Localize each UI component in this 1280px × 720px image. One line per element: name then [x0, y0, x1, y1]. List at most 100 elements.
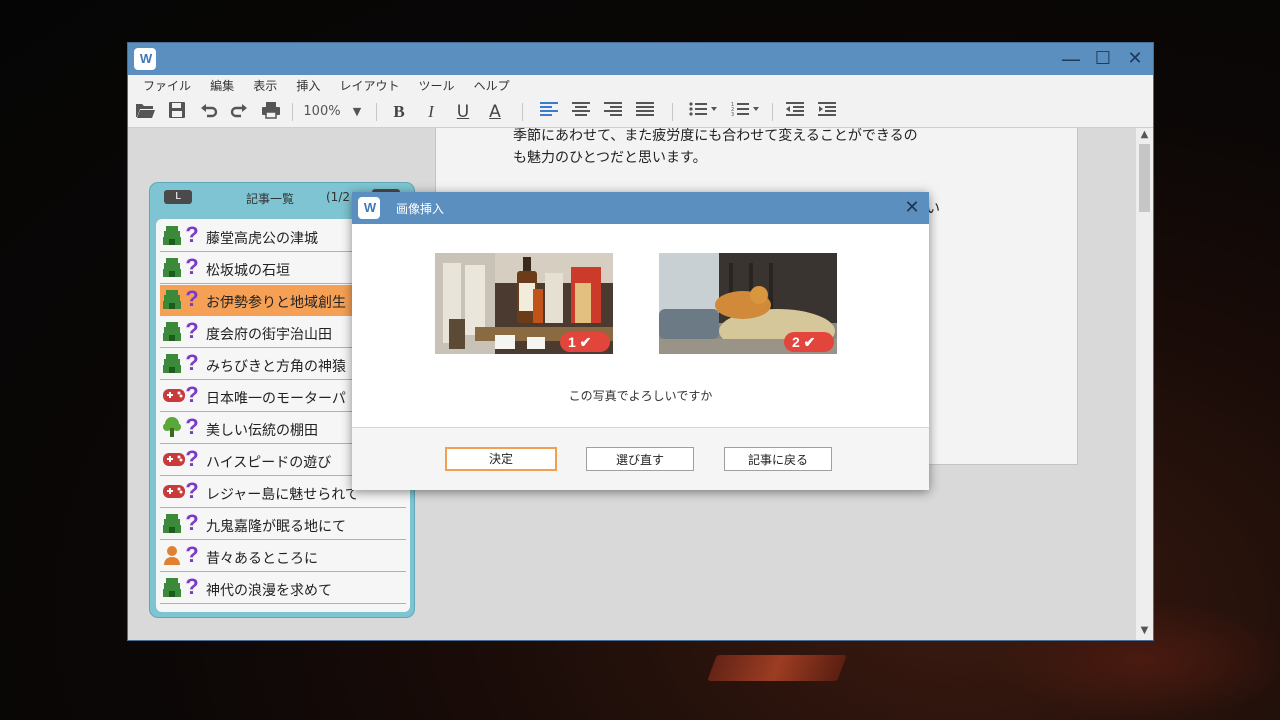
- maximize-button[interactable]: ☐: [1090, 47, 1116, 71]
- menu-layout[interactable]: レイアウト: [339, 75, 399, 97]
- document-line: 季節にあわせて、また疲労度にも合わせて変えることができるの: [513, 128, 918, 144]
- indent-icon[interactable]: [816, 101, 838, 123]
- scroll-up-arrow-icon[interactable]: ▲: [1136, 129, 1153, 140]
- article-list-page: (1/2: [326, 190, 350, 204]
- toolbar-divider: [292, 103, 293, 121]
- question-mark-icon: ?: [185, 574, 199, 599]
- open-folder-icon[interactable]: [134, 101, 156, 123]
- numbered-list-icon[interactable]: 123: [730, 101, 762, 123]
- scroll-down-arrow-icon[interactable]: ▼: [1136, 625, 1153, 636]
- question-mark-icon: ?: [185, 382, 199, 407]
- article-list-title: 記事一覧: [246, 192, 295, 206]
- scrollbar-thumb[interactable]: [1139, 144, 1150, 212]
- align-left-icon[interactable]: [538, 101, 560, 123]
- background-light-glow: [707, 655, 847, 681]
- question-mark-icon: ?: [185, 542, 199, 567]
- zoom-select[interactable]: 100%: [300, 101, 344, 123]
- image-insert-dialog: W 画像挿入 ✕ 1 ✔ 2 ✔ この写真でよろしいですか 決定 選び直す 記事…: [352, 192, 929, 490]
- green-castle-icon: [162, 288, 182, 310]
- underline-icon[interactable]: U: [454, 101, 472, 123]
- article-title: ハイスピードの遊び: [206, 455, 332, 471]
- toolbar-divider: [522, 103, 523, 121]
- article-title: レジャー島に魅せられて: [206, 487, 359, 503]
- reselect-button[interactable]: 選び直す: [586, 447, 694, 471]
- photo-1-check-badge: 1 ✔: [560, 332, 610, 352]
- photo-thumbnail-1[interactable]: 1 ✔: [435, 253, 613, 354]
- green-castle-icon: [162, 224, 182, 246]
- question-mark-icon: ?: [185, 446, 199, 471]
- article-title: 神代の浪漫を求めて: [206, 583, 332, 599]
- print-icon[interactable]: [260, 101, 282, 123]
- window-titlebar[interactable]: W — ☐ ✕: [128, 43, 1153, 75]
- undo-icon[interactable]: [198, 101, 220, 123]
- article-title: 九鬼嘉隆が眠る地にて: [206, 519, 346, 535]
- red-gamepad-icon: [162, 384, 185, 406]
- photo-2-check-badge: 2 ✔: [784, 332, 834, 352]
- red-gamepad-icon: [162, 448, 185, 470]
- question-mark-icon: ?: [185, 222, 199, 247]
- align-right-icon[interactable]: [602, 101, 624, 123]
- article-title: 美しい伝統の棚田: [206, 423, 318, 439]
- document-body[interactable]: 季節にあわせて、また疲労度にも合わせて変えることができるの も魅力のひとつだと思…: [513, 128, 973, 169]
- font-color-icon[interactable]: A: [486, 101, 504, 123]
- article-title: 松坂城の石垣: [206, 263, 290, 279]
- menu-tools[interactable]: ツール: [419, 75, 455, 97]
- app-logo-icon: W: [134, 48, 156, 70]
- article-title: 度会府の街宇治山田: [206, 327, 332, 343]
- menu-bar: ファイル 編集 表示 挿入 レイアウト ツール ヘルプ: [128, 75, 1153, 97]
- menu-insert[interactable]: 挿入: [296, 75, 320, 97]
- vertical-scrollbar[interactable]: ▲ ▼: [1136, 128, 1153, 640]
- document-line: も魅力のひとつだと思います。: [513, 150, 707, 166]
- question-mark-icon: ?: [185, 350, 199, 375]
- menu-view[interactable]: 表示: [253, 75, 277, 97]
- save-icon[interactable]: [166, 101, 188, 123]
- article-title: 藤堂高虎公の津城: [206, 231, 318, 247]
- align-center-icon[interactable]: [570, 101, 592, 123]
- close-window-button[interactable]: ✕: [1122, 47, 1148, 71]
- italic-icon[interactable]: I: [422, 101, 440, 123]
- back-to-article-button[interactable]: 記事に戻る: [724, 447, 832, 471]
- dialog-title: 画像挿入: [396, 202, 445, 216]
- toolbar-divider: [376, 103, 377, 121]
- orange-person-icon: [162, 544, 182, 566]
- redo-icon[interactable]: [228, 101, 250, 123]
- bold-icon[interactable]: B: [390, 101, 408, 123]
- bullet-list-icon[interactable]: [688, 101, 720, 123]
- question-mark-icon: ?: [185, 478, 199, 503]
- toolbar-divider: [672, 103, 673, 121]
- green-castle-icon: [162, 512, 182, 534]
- article-title: 昔々あるところに: [206, 551, 318, 567]
- question-mark-icon: ?: [185, 510, 199, 535]
- red-gamepad-icon: [162, 480, 185, 502]
- green-castle-icon: [162, 352, 182, 374]
- question-mark-icon: ?: [185, 286, 199, 311]
- article-title: みちびきと方角の神猿: [206, 359, 346, 375]
- article-list-item[interactable]: ? 昔々あるところに: [160, 541, 406, 572]
- toolbar: 100% ▼ B I U A 123: [128, 97, 1153, 128]
- green-castle-icon: [162, 320, 182, 342]
- justify-icon[interactable]: [634, 101, 656, 123]
- green-castle-icon: [162, 256, 182, 278]
- l-shoulder-button-badge[interactable]: L: [164, 190, 192, 204]
- photo-thumbnail-2[interactable]: 2 ✔: [659, 253, 837, 354]
- menu-edit[interactable]: 編集: [210, 75, 234, 97]
- article-list-item[interactable]: ? 神代の浪漫を求めて: [160, 573, 406, 604]
- green-tree-icon: [162, 416, 182, 438]
- menu-help[interactable]: ヘルプ: [474, 75, 510, 97]
- outdent-icon[interactable]: [784, 101, 806, 123]
- question-mark-icon: ?: [185, 318, 199, 343]
- green-castle-icon: [162, 576, 182, 598]
- confirm-question: この写真でよろしいですか: [568, 389, 713, 403]
- dialog-titlebar: W 画像挿入 ✕: [352, 192, 929, 224]
- app-logo-icon: W: [358, 197, 380, 219]
- minimize-button[interactable]: —: [1058, 47, 1084, 71]
- article-title: お伊勢参りと地域創生: [206, 295, 346, 311]
- menu-file[interactable]: ファイル: [143, 75, 191, 97]
- svg-text:3: 3: [731, 112, 734, 117]
- close-icon[interactable]: ✕: [900, 196, 924, 220]
- confirm-button[interactable]: 決定: [445, 447, 557, 471]
- article-list-item[interactable]: ? 九鬼嘉隆が眠る地にて: [160, 509, 406, 540]
- question-mark-icon: ?: [185, 414, 199, 439]
- toolbar-divider: [772, 103, 773, 121]
- chevron-down-icon[interactable]: ▼: [350, 101, 364, 123]
